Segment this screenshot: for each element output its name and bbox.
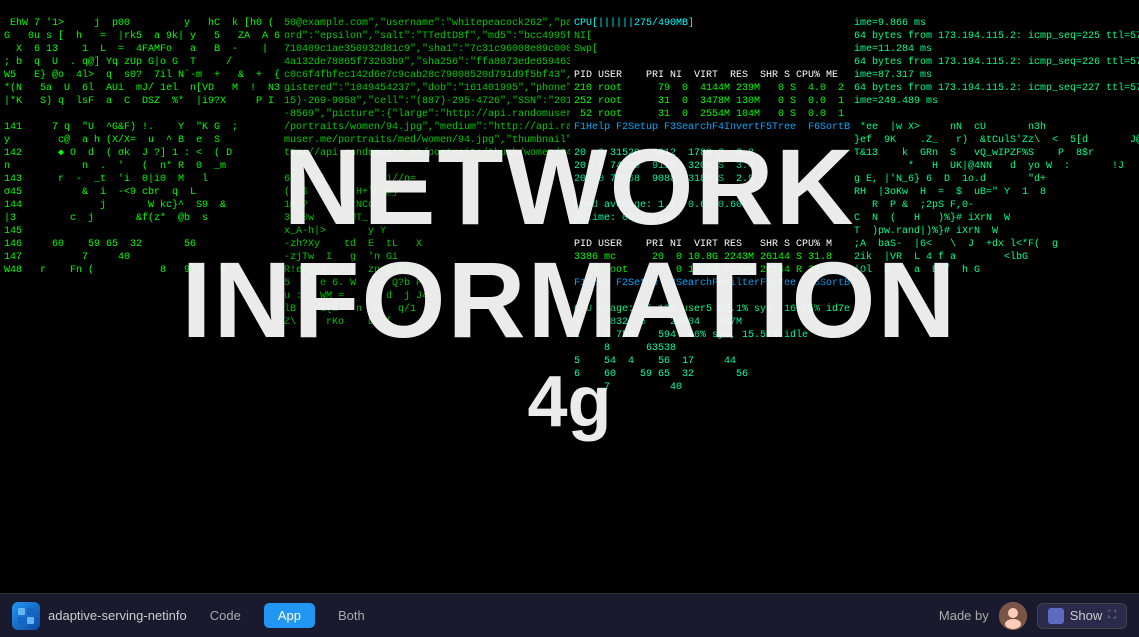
show-label: Show [1070, 608, 1103, 623]
avatar-svg [999, 602, 1027, 630]
app-icon [12, 602, 40, 630]
show-icon [1048, 608, 1064, 624]
terminal-col-4: ime=9.866 ms 64 bytes from 173.194.115.2… [850, 0, 1139, 590]
terminal-col-2: 50@example.com","username":"whitepeacock… [280, 0, 570, 590]
made-by-label: Made by [939, 608, 989, 623]
tab-app-button[interactable]: App [264, 603, 315, 628]
expand-icon: ⛶ [1108, 609, 1116, 622]
show-button[interactable]: Show ⛶ [1037, 603, 1127, 629]
app-name-label: adaptive-serving-netinfo [48, 608, 187, 623]
taskbar: adaptive-serving-netinfo Code App Both M… [0, 593, 1139, 637]
terminal-background: EhW 7 '1> j p00 y hC k [h0 ( 9 z|l G 0u … [0, 0, 1139, 637]
avatar [999, 602, 1027, 630]
app-icon-svg [17, 607, 35, 625]
taskbar-right: Made by Show ⛶ [939, 602, 1127, 630]
terminal-col-1: EhW 7 '1> j p00 y hC k [h0 ( 9 z|l G 0u … [0, 0, 280, 590]
terminal-col-3: CPU[||||||275/490MB] NI[ Swp[ PID USER P… [570, 0, 850, 590]
tab-both-button[interactable]: Both [323, 602, 380, 629]
taskbar-left: adaptive-serving-netinfo Code App Both [12, 602, 380, 630]
tab-code-button[interactable]: Code [195, 602, 256, 629]
